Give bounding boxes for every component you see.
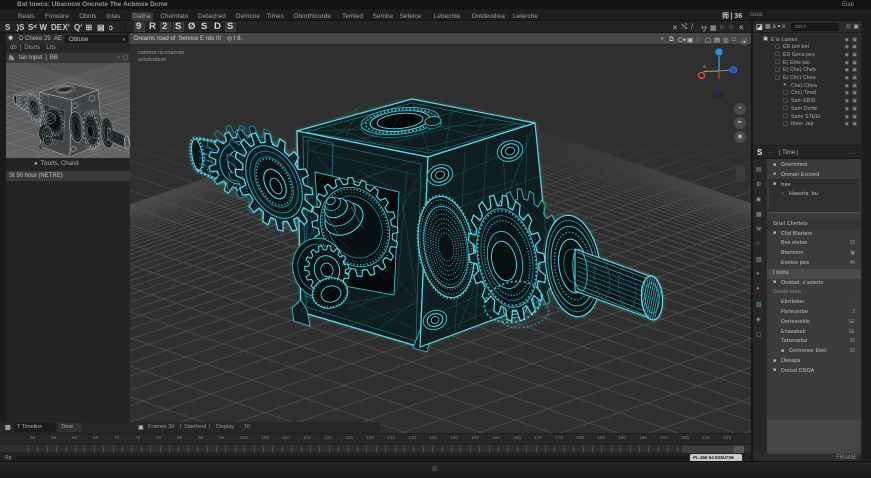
svg-text:a: a (703, 64, 706, 70)
